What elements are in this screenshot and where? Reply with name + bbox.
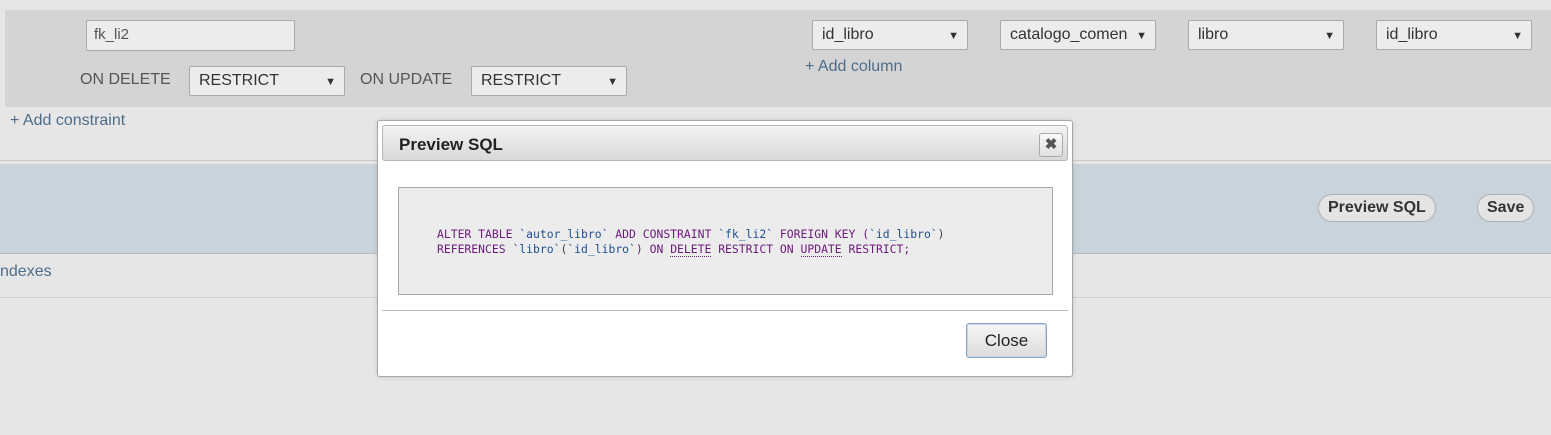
dialog-titlebar[interactable]: Preview SQL ✖ [382,125,1068,161]
chevron-down-icon: ▼ [1512,30,1523,42]
sql-token: ADD CONSTRAINT [608,227,719,241]
top-strip [0,0,1551,10]
sql-keyword-link[interactable]: DELETE [670,242,712,257]
ref-column-value: id_libro [1386,26,1438,43]
preview-sql-dialog: Preview SQL ✖ ALTER TABLE `autor_libro` … [377,120,1073,377]
chevron-down-icon: ▼ [1136,30,1147,42]
add-column-link[interactable]: + Add column [805,58,902,76]
sql-token: ALTER TABLE [437,227,520,241]
sql-token: RESTRICT; [841,242,911,256]
chevron-down-icon: ▼ [1324,30,1335,42]
constraint-name-value: fk_li2 [94,26,130,43]
sql-token: ) [937,227,945,241]
dialog-title: Preview SQL [399,135,503,154]
on-delete-select[interactable]: RESTRICT ▼ [189,66,345,96]
add-constraint-link[interactable]: + Add constraint [10,112,125,130]
sql-line-1: ALTER TABLE `autor_libro` ADD CONSTRAINT… [437,227,945,242]
indexes-link[interactable]: ndexes [0,263,52,281]
chevron-down-icon: ▼ [948,30,959,42]
on-delete-value: RESTRICT [199,72,279,89]
constraint-name-input[interactable]: fk_li2 [86,20,295,51]
column-select[interactable]: id_libro ▼ [812,20,968,50]
close-icon[interactable]: ✖ [1039,133,1063,157]
sql-token: `libro` [512,242,561,256]
on-update-label: ON UPDATE [360,71,453,88]
ref-database-value: catalogo_comen [1010,26,1128,43]
sql-token: `autor_libro` [519,227,609,241]
chevron-down-icon: ▼ [607,76,618,88]
ref-column-select[interactable]: id_libro ▼ [1376,20,1532,50]
on-update-select[interactable]: RESTRICT ▼ [471,66,627,96]
sql-token: `id_libro` [567,242,636,256]
sql-token: FOREIGN KEY ( [773,227,870,241]
sql-keyword-link[interactable]: UPDATE [800,242,842,257]
on-update-value: RESTRICT [481,72,561,89]
column-select-value: id_libro [822,26,874,43]
sql-token: REFERENCES [437,242,513,256]
chevron-down-icon: ▼ [325,76,336,88]
sql-line-2: REFERENCES `libro`(`id_libro`) ON DELETE… [437,242,910,257]
preview-sql-button[interactable]: Preview SQL [1318,194,1436,222]
sql-token: RESTRICT ON [711,242,801,256]
ref-table-value: libro [1198,26,1229,43]
ref-database-select[interactable]: catalogo_comen ▼ [1000,20,1156,50]
dialog-divider [382,310,1068,311]
close-button[interactable]: Close [966,323,1047,358]
sql-token: ) ON [635,242,671,256]
sql-preview: ALTER TABLE `autor_libro` ADD CONSTRAINT… [398,187,1053,295]
on-delete-label: ON DELETE [80,71,171,88]
sql-token: `fk_li2` [718,227,774,241]
ref-table-select[interactable]: libro ▼ [1188,20,1344,50]
save-button[interactable]: Save [1477,194,1535,222]
sql-token: `id_libro` [869,227,938,241]
